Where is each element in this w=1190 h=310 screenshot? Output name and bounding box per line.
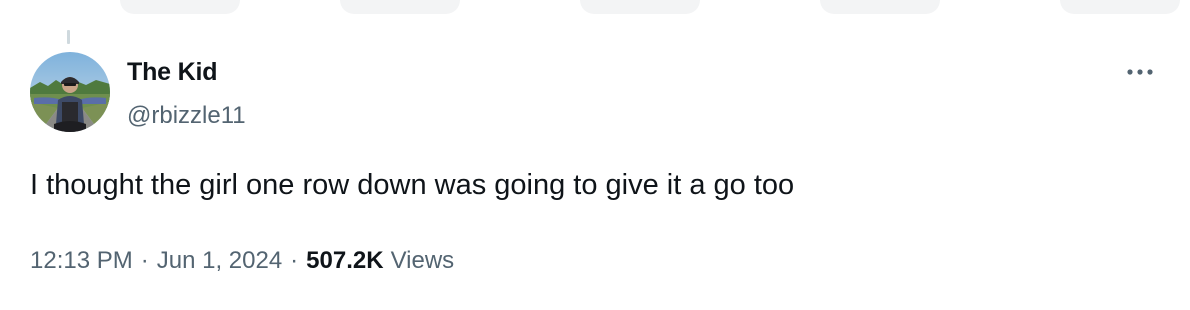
profile-photo [30, 52, 110, 132]
tweet-text: I thought the girl one row down was goin… [30, 169, 795, 201]
views-count[interactable]: 507.2K [306, 245, 383, 277]
tweet-date-link[interactable]: Jun 1, 2024 [157, 245, 282, 277]
author-handle[interactable]: @rbizzle11 [127, 100, 246, 132]
views-label[interactable]: Views [391, 245, 455, 277]
thread-connector-line [67, 30, 70, 44]
author-display-name[interactable]: The Kid [127, 56, 217, 88]
more-options-button[interactable] [1120, 58, 1160, 86]
separator-dot: · [140, 247, 149, 274]
tweet-metadata: 12:13 PM · Jun 1, 2024 · 507.2K Views [30, 245, 454, 277]
more-options-icon [1127, 69, 1153, 75]
tweet-time-link[interactable]: 12:13 PM [30, 245, 133, 277]
separator-dot: · [290, 247, 299, 274]
avatar[interactable] [30, 52, 110, 132]
previous-tweet-actions-faded [0, 0, 1190, 22]
